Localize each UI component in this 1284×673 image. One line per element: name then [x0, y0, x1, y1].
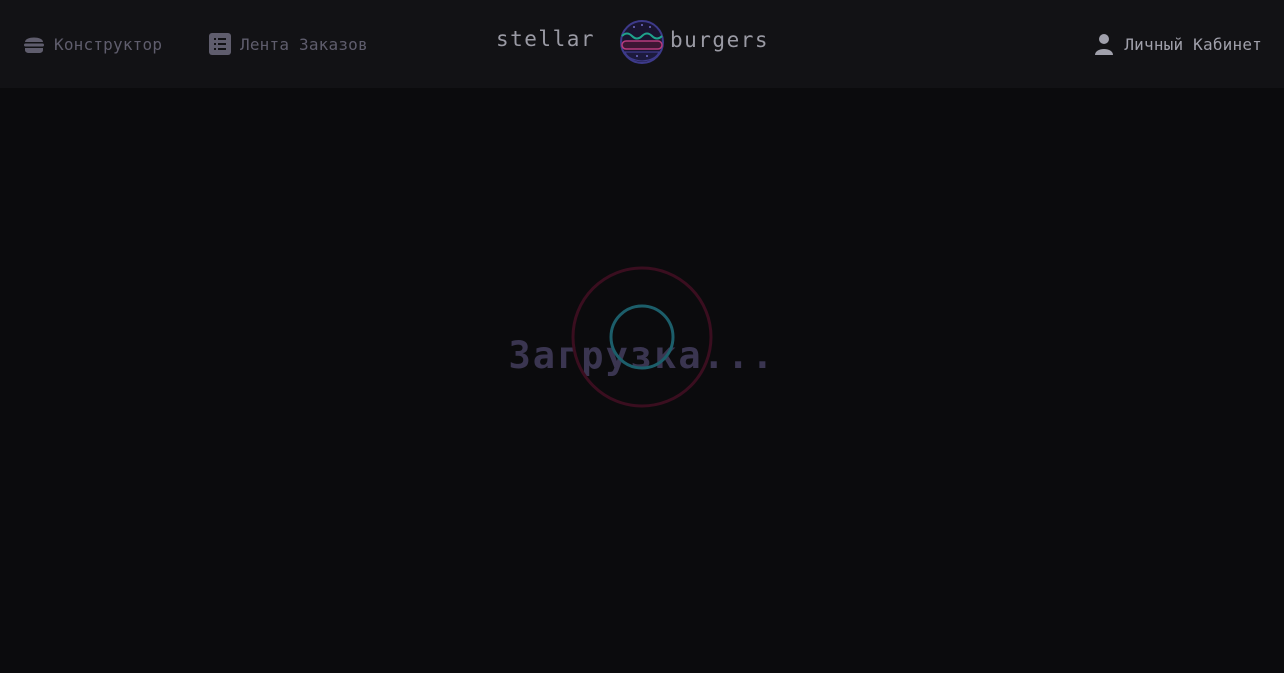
loader-overlay: Загрузка...	[0, 88, 1284, 673]
nav-feed-link[interactable]: Лента Заказов	[208, 0, 368, 88]
app-root: Конструктор Лента Заказов stellar burger…	[0, 0, 1284, 673]
list-icon	[208, 32, 232, 56]
stellar-burgers-logo[interactable]: stellar burgers	[496, 14, 788, 70]
nav-feed-label: Лента Заказов	[240, 34, 368, 54]
spinner-outer-ring	[571, 266, 713, 408]
nav-account-label: Личный Кабинет	[1124, 34, 1262, 54]
main-content: Загрузка...	[0, 88, 1284, 673]
burger-planet-icon	[620, 20, 664, 64]
logo-right-word: burgers	[670, 28, 769, 52]
loading-spinner	[570, 265, 714, 409]
app-header: Конструктор Лента Заказов stellar burger…	[0, 0, 1284, 88]
nav-constructor-link[interactable]: Конструктор	[22, 0, 162, 88]
burger-icon	[22, 32, 46, 56]
spinner-inner-ring	[609, 304, 675, 370]
nav-constructor-label: Конструктор	[54, 34, 163, 54]
nav-account-link[interactable]: Личный Кабинет	[1092, 0, 1262, 88]
profile-icon	[1092, 32, 1116, 56]
logo-left-word: stellar	[496, 27, 595, 51]
